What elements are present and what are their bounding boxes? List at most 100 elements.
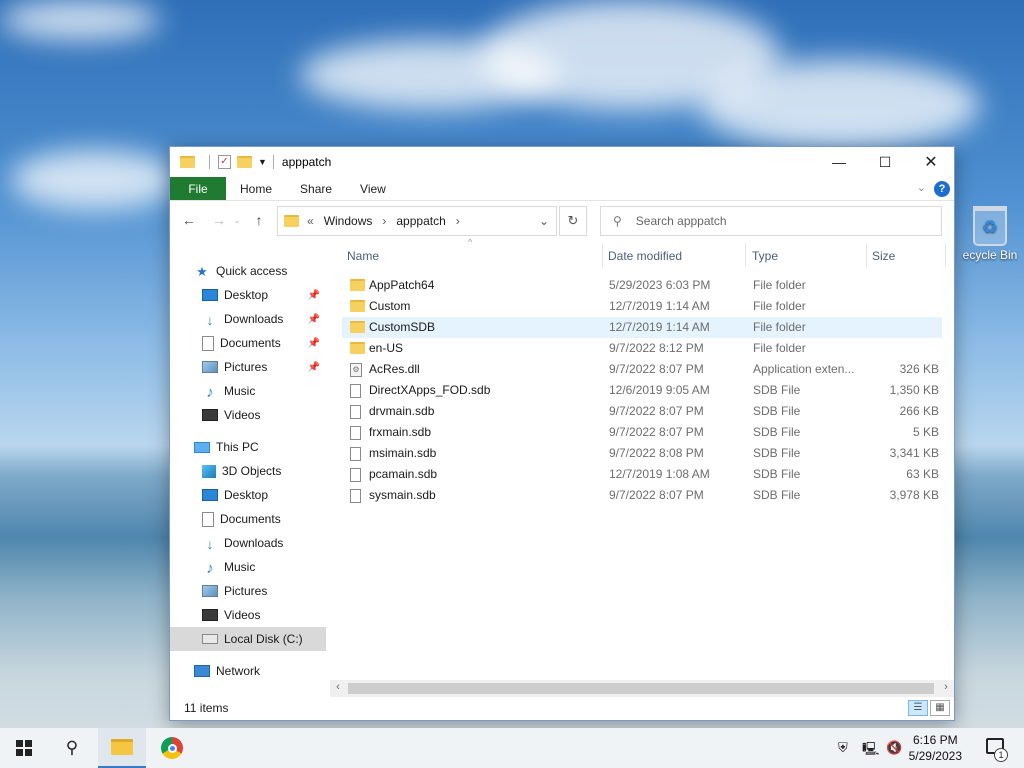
sidebar-item-label: Videos — [224, 408, 261, 422]
tab-share[interactable]: Share — [286, 177, 346, 200]
column-type[interactable]: Type — [752, 249, 778, 263]
table-row[interactable]: Custom 12/7/2019 1:14 AM File folder — [342, 296, 942, 317]
pin-icon[interactable]: 📌 — [308, 290, 320, 301]
network-icon[interactable]: 🖳 — [862, 740, 879, 762]
sidebar-item-pc-desktop[interactable]: Desktop — [202, 483, 326, 507]
table-row[interactable]: drvmain.sdb 9/7/2022 8:07 PM SDB File 26… — [342, 401, 942, 422]
recycle-bin[interactable]: ♻ ecycle Bin — [956, 206, 1024, 262]
maximize-button[interactable]: ☐ — [862, 147, 908, 177]
scroll-right-icon[interactable]: › — [938, 681, 954, 693]
pin-icon[interactable]: 📌 — [308, 338, 320, 349]
sidebar-item-this-pc[interactable]: This PC — [194, 435, 350, 459]
3d-objects-icon — [202, 464, 216, 478]
new-folder-icon[interactable] — [237, 156, 252, 168]
scroll-left-icon[interactable]: ‹ — [330, 681, 346, 693]
sidebar-item-pc-downloads[interactable]: ↓ Downloads — [202, 531, 326, 555]
file-type: File folder — [753, 278, 806, 292]
column-divider[interactable] — [745, 243, 746, 267]
sidebar-item-music[interactable]: ♪ Music — [202, 379, 326, 403]
file-date: 12/7/2019 1:14 AM — [609, 299, 710, 313]
sidebar-item-pictures[interactable]: Pictures 📌 — [202, 355, 326, 379]
sidebar-item-3d-objects[interactable]: 3D Objects — [202, 459, 326, 483]
back-button[interactable]: ← — [178, 212, 200, 228]
file-name: pcamain.sdb — [369, 467, 438, 481]
windows-icon — [16, 740, 32, 756]
help-icon[interactable]: ? — [934, 181, 950, 197]
forward-button[interactable]: → — [208, 212, 230, 228]
pin-icon[interactable]: 📌 — [308, 314, 320, 325]
chevron-right-icon[interactable]: › — [456, 214, 460, 228]
table-row[interactable]: CustomSDB 12/7/2019 1:14 AM File folder — [342, 317, 942, 338]
table-row[interactable]: en-US 9/7/2022 8:12 PM File folder — [342, 338, 942, 359]
horizontal-scrollbar[interactable]: ‹ › — [330, 680, 954, 697]
refresh-button[interactable]: ↻ — [559, 206, 587, 236]
properties-icon[interactable]: ✓ — [218, 155, 231, 169]
file-date: 9/7/2022 8:12 PM — [609, 341, 704, 355]
search-box[interactable]: ⚲ Search apppatch — [600, 206, 942, 236]
file-name: CustomSDB — [369, 320, 436, 334]
file-date: 12/7/2019 1:08 AM — [609, 467, 710, 481]
sidebar-item-network[interactable]: Network — [194, 659, 350, 683]
sidebar-item-desktop[interactable]: Desktop 📌 — [202, 283, 326, 307]
file-name: Custom — [369, 299, 411, 313]
table-row[interactable]: sysmain.sdb 9/7/2022 8:07 PM SDB File 3,… — [342, 485, 942, 506]
tab-home[interactable]: Home — [226, 177, 286, 200]
sidebar-item-pc-documents[interactable]: Documents — [202, 507, 326, 531]
sidebar-item-videos[interactable]: Videos — [202, 403, 326, 427]
address-bar[interactable]: « Windows › apppatch › ⌄ — [277, 206, 557, 236]
recent-locations-icon[interactable]: ⌄ — [230, 215, 244, 226]
file-icon — [350, 384, 361, 398]
scrollbar-thumb[interactable] — [348, 683, 934, 694]
file-name: msimain.sdb — [369, 446, 437, 460]
breadcrumb-apppatch[interactable]: apppatch — [396, 214, 445, 228]
table-row[interactable]: ⚙ AcRes.dll 9/7/2022 8:07 PM Application… — [342, 359, 942, 380]
star-icon: ★ — [196, 264, 208, 279]
pin-icon[interactable]: 📌 — [308, 362, 320, 373]
sidebar-item-downloads[interactable]: ↓ Downloads 📌 — [202, 307, 326, 331]
close-button[interactable]: ✕ — [908, 147, 954, 177]
table-row[interactable]: msimain.sdb 9/7/2022 8:08 PM SDB File 3,… — [342, 443, 942, 464]
search-input[interactable]: Search apppatch — [636, 214, 727, 228]
column-name[interactable]: Name — [347, 249, 379, 263]
sidebar-item-pc-videos[interactable]: Videos — [202, 603, 326, 627]
tab-view[interactable]: View — [346, 177, 400, 200]
sidebar-item-pc-pictures[interactable]: Pictures — [202, 579, 326, 603]
sidebar-item-documents[interactable]: Documents 📌 — [202, 331, 326, 355]
taskbar-chrome[interactable] — [148, 728, 196, 768]
minimize-button[interactable]: — — [816, 147, 862, 177]
customize-quick-access-icon[interactable]: ▼ — [258, 157, 267, 167]
clock[interactable]: 6:16 PM 5/29/2023 — [909, 732, 962, 764]
address-dropdown-icon[interactable]: ⌄ — [532, 207, 556, 235]
table-row[interactable]: frxmain.sdb 9/7/2022 8:07 PM SDB File 5 … — [342, 422, 942, 443]
column-date[interactable]: Date modified — [608, 249, 682, 263]
table-row[interactable]: AppPatch64 5/29/2023 6:03 PM File folder — [342, 275, 942, 296]
address-overflow[interactable]: « — [307, 214, 314, 228]
column-divider[interactable] — [602, 243, 603, 267]
search-button[interactable]: ⚲ — [48, 728, 96, 768]
column-divider[interactable] — [866, 243, 867, 267]
pictures-icon — [202, 585, 218, 597]
breadcrumb-windows[interactable]: Windows — [324, 214, 373, 228]
chevron-right-icon[interactable]: › — [382, 214, 386, 228]
computer-icon — [194, 441, 210, 453]
folder-icon — [180, 156, 195, 168]
up-button[interactable]: ↑ — [248, 212, 270, 228]
security-icon[interactable]: ⛨ — [838, 740, 848, 756]
start-button[interactable] — [0, 728, 48, 768]
volume-muted-icon[interactable]: 🔇 — [886, 740, 902, 756]
sidebar-item-pc-music[interactable]: ♪ Music — [202, 555, 326, 579]
taskbar-file-explorer[interactable] — [98, 728, 146, 768]
expand-ribbon-icon[interactable]: ⌄ — [917, 181, 926, 194]
tab-file[interactable]: File — [170, 177, 226, 200]
sidebar-item-label: Pictures — [224, 360, 268, 374]
table-row[interactable]: DirectXApps_FOD.sdb 12/6/2019 9:05 AM SD… — [342, 380, 942, 401]
column-size[interactable]: Size — [872, 249, 895, 263]
table-row[interactable]: pcamain.sdb 12/7/2019 1:08 AM SDB File 6… — [342, 464, 942, 485]
sidebar-item-local-disk[interactable]: Local Disk (C:) — [170, 627, 326, 651]
file-date: 5/29/2023 6:03 PM — [609, 278, 711, 292]
details-view-icon[interactable]: ☰ — [908, 700, 928, 716]
sidebar-item-label: Music — [224, 560, 256, 574]
sidebar-item-quick-access[interactable]: ★ Quick access — [194, 259, 350, 283]
column-divider[interactable] — [945, 243, 946, 267]
large-icons-view-icon[interactable]: ▦ — [930, 700, 950, 716]
